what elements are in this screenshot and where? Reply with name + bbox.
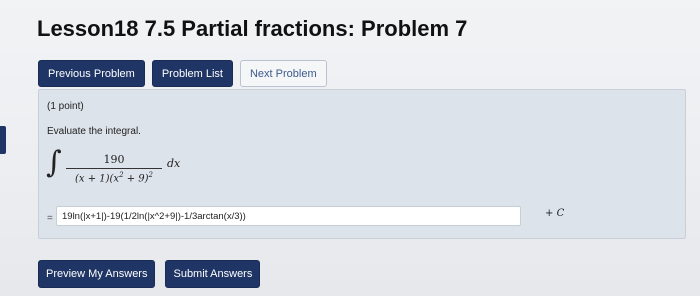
side-tab-marker xyxy=(0,126,6,154)
equals-sign: = xyxy=(47,213,53,224)
integrand-fraction: 190 (x + 1)(x2 + 9)2 xyxy=(64,153,164,184)
constant-of-integration: + C xyxy=(545,208,565,219)
problem-nav: Previous Problem Problem List Next Probl… xyxy=(38,60,327,87)
problem-prompt: Evaluate the integral. xyxy=(47,126,141,137)
preview-answers-button[interactable]: Preview My Answers xyxy=(38,260,156,288)
problem-list-button[interactable]: Problem List xyxy=(151,60,233,87)
previous-problem-button[interactable]: Previous Problem xyxy=(38,60,145,87)
next-problem-button[interactable]: Next Problem xyxy=(239,60,327,87)
problem-box: (1 point) Evaluate the integral. ∫ 190 (… xyxy=(38,89,686,239)
answer-actions: Preview My Answers Submit Answers xyxy=(38,260,261,288)
submit-answers-button[interactable]: Submit Answers xyxy=(165,260,261,288)
answer-input[interactable] xyxy=(56,206,521,226)
integrand-denominator: (x + 1)(x2 + 9)2 xyxy=(74,171,154,185)
page-title: Lesson18 7.5 Partial fractions: Problem … xyxy=(37,16,468,41)
differential: dx xyxy=(167,157,181,170)
problem-points: (1 point) xyxy=(47,101,84,112)
integral-sign: ∫ xyxy=(46,145,62,180)
integrand-numerator: 190 xyxy=(103,153,125,166)
